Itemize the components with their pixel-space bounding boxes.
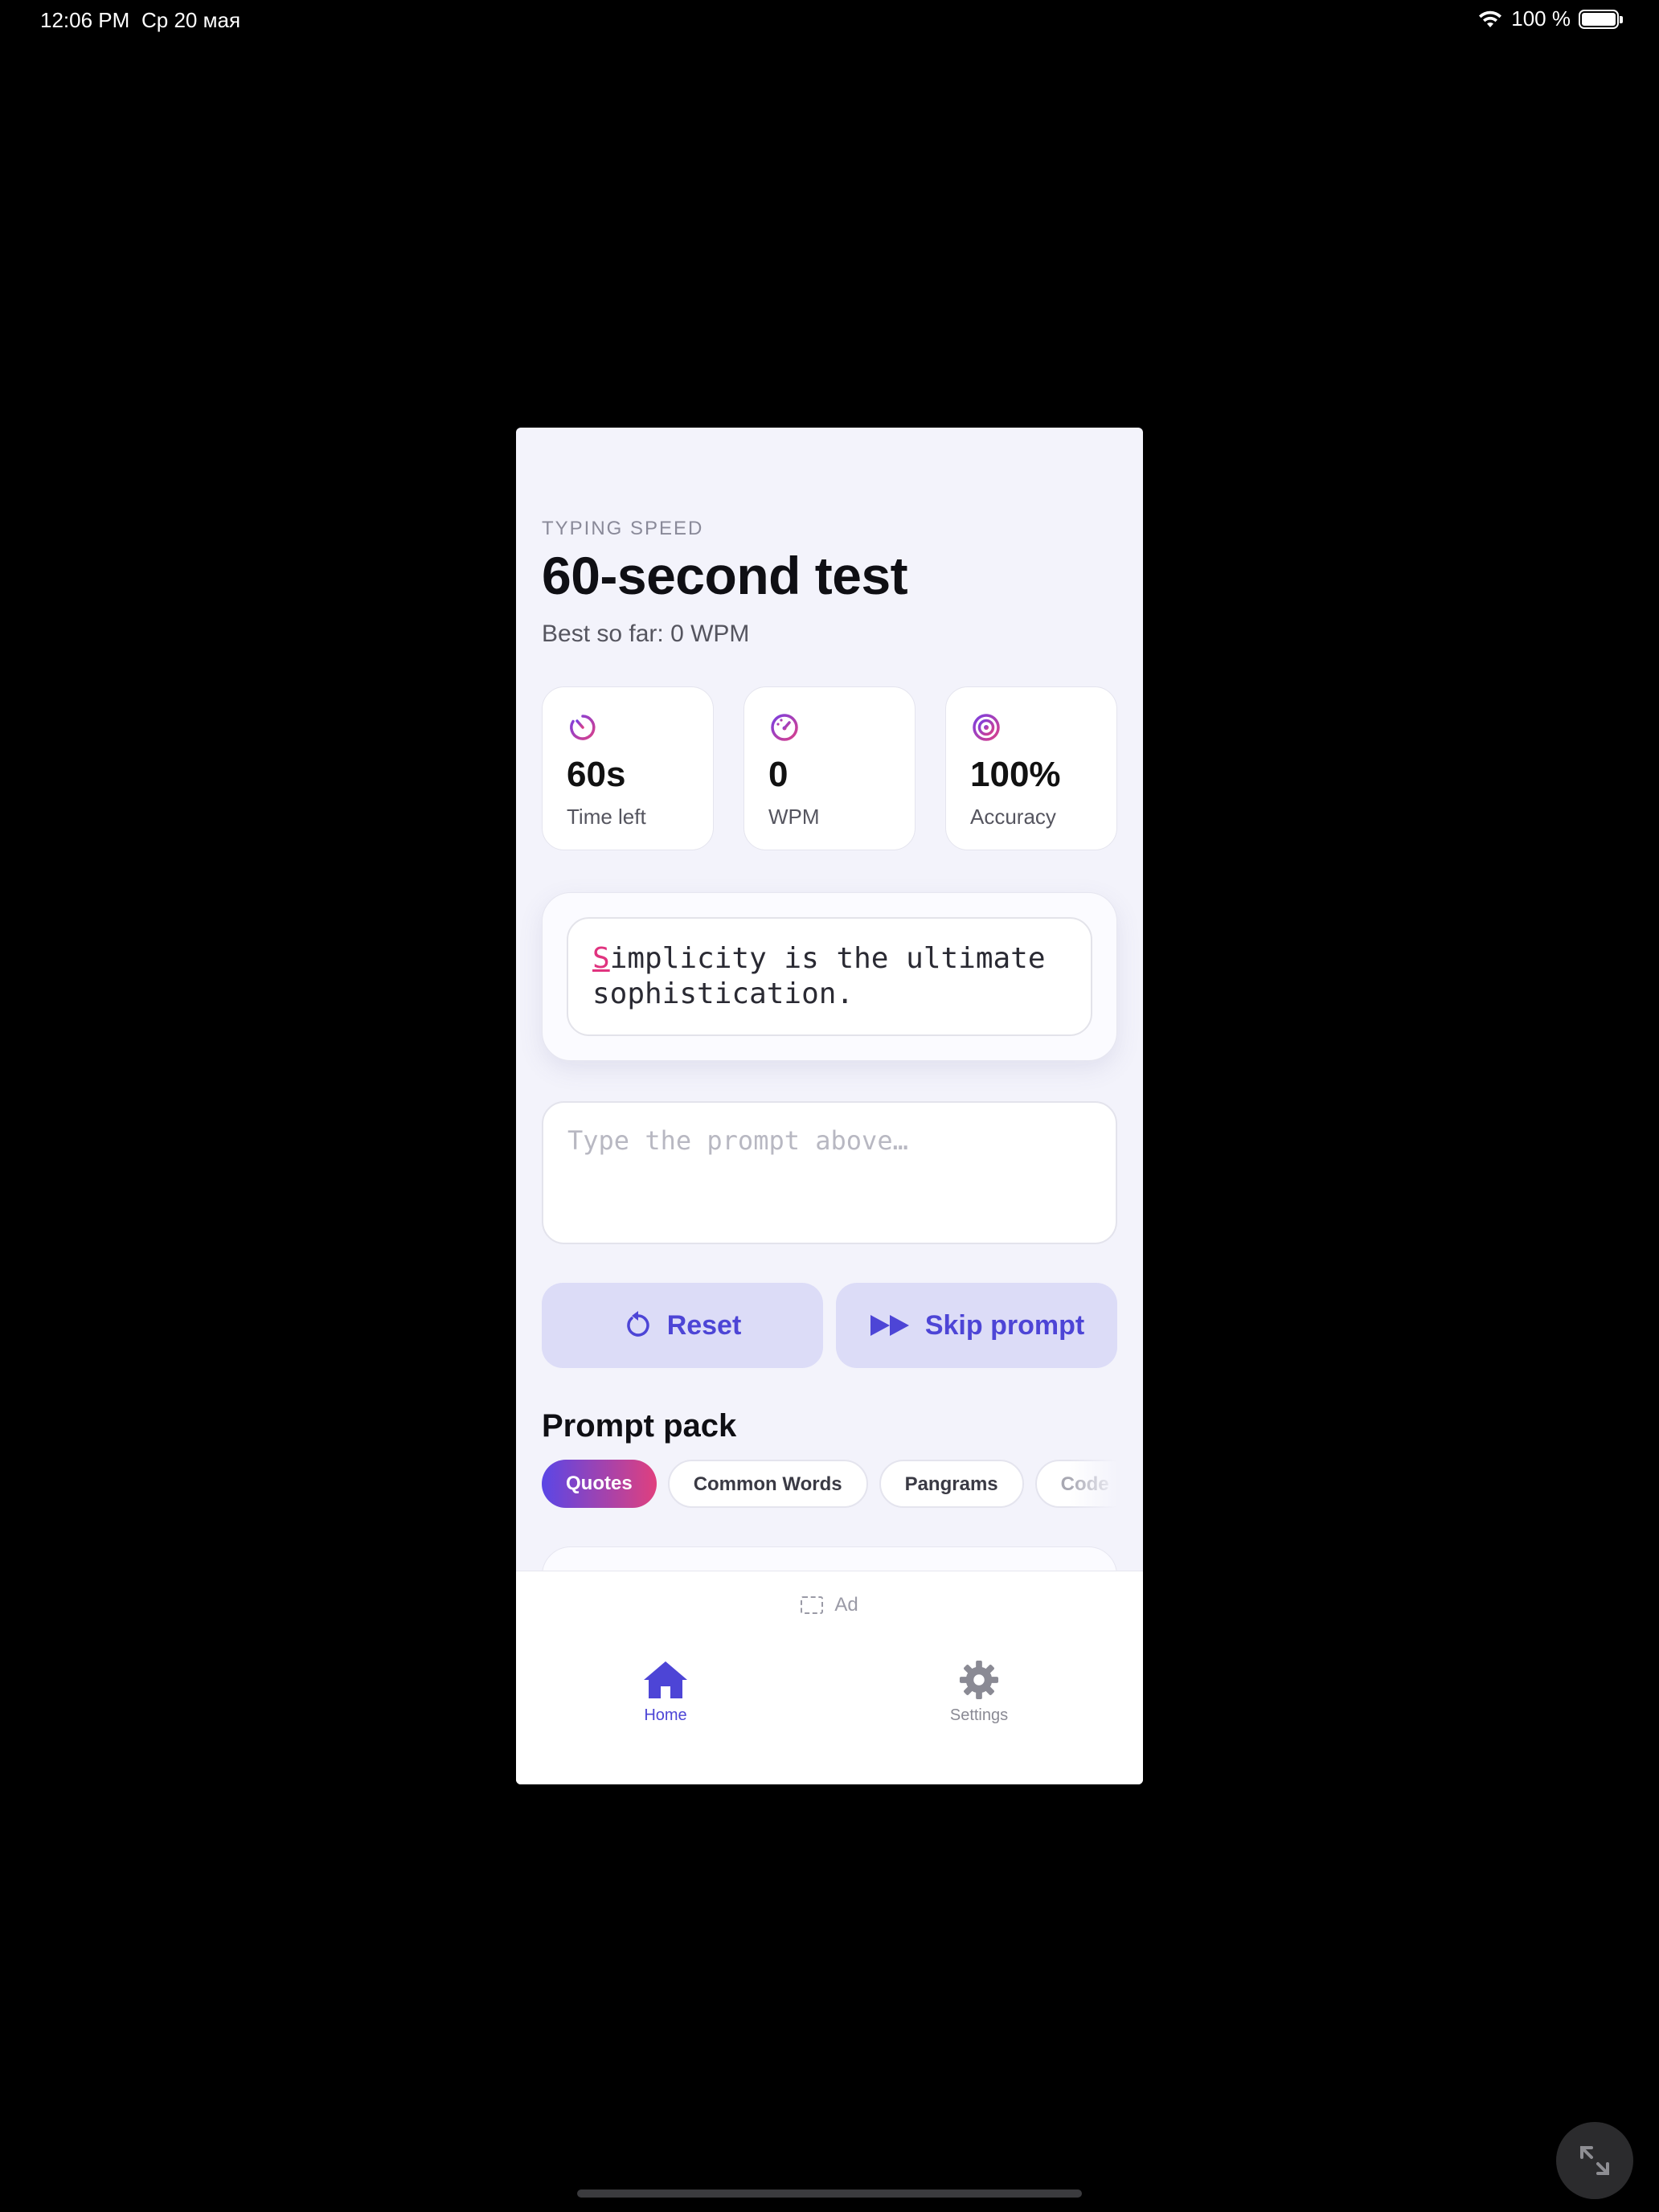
tab-settings[interactable]: Settings [899, 1660, 1059, 1725]
prompt-text: Simplicity is the ultimate sophisticatio… [567, 917, 1092, 1036]
time-left-value: 60s [567, 755, 626, 794]
typing-input[interactable]: Type the prompt above… [542, 1101, 1117, 1244]
prompt-line-2: sophistication. [592, 977, 854, 1010]
timer-icon [570, 715, 596, 740]
status-right: 100 % [1477, 6, 1623, 31]
status-bar: 12:06 PM Ср 20 мая 100 % [0, 0, 1659, 40]
tab-home-label: Home [644, 1706, 687, 1724]
prompt-pack-chips: QuotesCommon WordsPangramsCode [542, 1460, 1117, 1509]
target-icon [973, 714, 1000, 741]
stats-row: 60s Time left 0 WPM 100% Accuracy [542, 686, 1117, 852]
reset-button[interactable]: Reset [542, 1283, 823, 1368]
tab-settings-label: Settings [949, 1706, 1009, 1724]
chip-common-words[interactable]: Common Words [667, 1460, 868, 1508]
tab-home[interactable]: Home [585, 1660, 746, 1725]
prompt-pack-title: Prompt pack [542, 1408, 737, 1444]
home-indicator[interactable] [577, 2189, 1082, 2198]
prompt-line-1: Simplicity is the ultimate [592, 941, 1067, 977]
skip-prompt-button[interactable]: Skip prompt [836, 1283, 1117, 1368]
battery-percent: 100 % [1511, 6, 1571, 31]
best-score: Best so far: 0 WPM [542, 621, 750, 647]
ad-label: Ad [834, 1594, 858, 1616]
reset-icon [626, 1311, 649, 1337]
stat-card-wpm: 0 WPM [743, 686, 916, 850]
typing-input-placeholder: Type the prompt above… [567, 1125, 908, 1156]
current-char: S [592, 942, 610, 975]
bottom-bar: Ad Home Settings [516, 1571, 1143, 1784]
gear-icon [959, 1660, 999, 1700]
wpm-value: 0 [768, 755, 789, 794]
wifi-icon [1479, 10, 1502, 27]
accuracy-label: Accuracy [970, 805, 1056, 829]
app-window: TYPING SPEED 60-second test Best so far:… [516, 428, 1143, 1784]
status-date: Ср 20 мая [141, 8, 241, 32]
action-buttons: Reset Skip prompt [542, 1283, 1117, 1368]
page-title: 60-second test [542, 546, 908, 605]
skip-prompt-label: Skip prompt [924, 1309, 1085, 1341]
chip-pangrams[interactable]: Pangrams [879, 1460, 1024, 1508]
ad-banner[interactable]: Ad [516, 1594, 1143, 1616]
home-icon [644, 1661, 687, 1698]
ad-placeholder-icon [801, 1596, 824, 1614]
eyebrow-label: TYPING SPEED [542, 518, 704, 539]
stat-card-accuracy: 100% Accuracy [945, 686, 1117, 850]
fast-forward-icon [870, 1315, 909, 1336]
battery-icon [1579, 9, 1623, 29]
wpm-label: WPM [768, 805, 820, 829]
reset-label: Reset [666, 1309, 742, 1341]
accuracy-value: 100% [970, 755, 1061, 794]
prompt-card: Simplicity is the ultimate sophisticatio… [542, 892, 1117, 1061]
expand-icon [1580, 2146, 1609, 2175]
time-left-label: Time left [567, 805, 646, 829]
chips-fade-overlay [1069, 1460, 1117, 1509]
stat-card-time: 60s Time left [542, 686, 714, 850]
prompt-line-1-rest: implicity is the ultimate [609, 942, 1046, 975]
speedometer-icon [771, 714, 798, 741]
expand-window-button[interactable] [1556, 2122, 1633, 2199]
chip-quotes[interactable]: Quotes [542, 1460, 657, 1508]
status-time: 12:06 PM [40, 8, 130, 32]
